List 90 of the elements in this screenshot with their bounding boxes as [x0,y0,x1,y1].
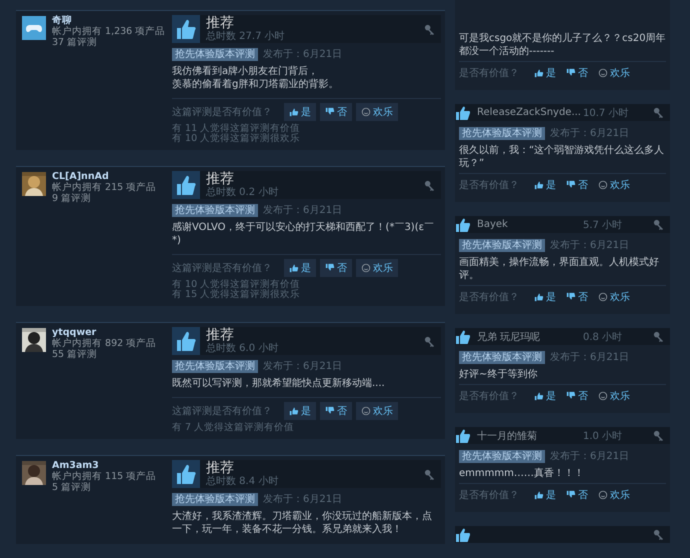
early-access-tag: 抢先体验版本评测 [459,450,545,462]
review-text: 可是我csgo就不是你的儿子了么？？cs20周年都没一个活动的------- [459,32,666,58]
review-text: 感谢VOLVO，终于可以安心的打天梯和西配了！(*￣3)(ε￣*) [172,221,436,247]
vote-count: 有 11 人觉得这篇评测有价值 [172,124,302,134]
owned-count: 帐户内拥有 115 项产品 [52,471,156,482]
playtime: 总时数 27.7 小时 [206,31,286,43]
vote-count: 有 10 人觉得这篇评测有价值 [172,280,302,290]
vote-button[interactable]: 欢乐 [356,103,398,121]
vote-button[interactable]: 否 [563,486,591,504]
owned-count: 帐户内拥有 1,236 项产品 [52,26,166,37]
verdict-title: 推荐 [206,171,235,187]
vote-button[interactable]: 欢乐 [595,176,633,194]
review-text: emmmmm……真香！！！ [459,467,585,480]
review-count: 9 篇评测 [52,193,92,204]
owned-count: 帐户内拥有 892 项产品 [52,338,156,349]
reviewer-name[interactable]: Bayek [477,219,577,230]
early-access-tag: 抢先体验版本评测 [459,350,545,364]
playtime: 总时数 0.2 小时 [206,187,280,199]
vote-button[interactable]: 否 [320,402,352,420]
early-access-tag: 抢先体验版本评测 [172,360,258,372]
vote-button[interactable]: 否 [320,259,352,277]
early-access-tag: 抢先体验版本评测 [459,126,545,140]
vote-button[interactable]: 是 [531,486,559,504]
verdict-title: 推荐 [206,460,235,476]
vote-button[interactable]: 欢乐 [356,259,398,277]
posted-date: 发布于：6月21日 [550,351,630,364]
vote-button[interactable]: 是 [531,64,559,82]
vote-count: 有 7 人觉得这篇评测有价值 [172,423,296,433]
author-name[interactable]: ytqqwer [52,327,156,338]
vote-button[interactable]: 是 [531,288,559,306]
vote-button[interactable]: 是 [284,259,316,277]
vote-button[interactable]: 否 [320,103,352,121]
review-text: 既然可以写评测，那就希望能快点更新移动端.... [172,377,385,390]
vote-button[interactable]: 是 [531,387,559,405]
helpful-question: 是否有价值？ [459,489,519,502]
review-count: 55 篇评测 [52,349,98,360]
review-text: 好评~终于等到你 [459,368,538,381]
review-count: 37 篇评测 [52,37,98,48]
author-name[interactable]: 奇聊 [52,15,166,26]
vote-button[interactable]: 是 [284,402,316,420]
helpful-question: 是否有价值？ [459,179,519,192]
posted-date: 发布于：6月21日 [263,493,342,506]
vote-button[interactable]: 欢乐 [595,288,633,306]
review-text: 很久以前，我：“这个弱智游戏凭什么这么多人玩？” [459,144,666,170]
posted-date: 发布于：6月21日 [550,239,630,252]
playtime: 总时数 6.0 小时 [206,343,280,355]
playtime: 5.7 小时 [583,218,624,232]
helpful-question: 这篇评测是否有价值？ [172,404,272,418]
helpful-question: 这篇评测是否有价值？ [172,262,272,275]
verdict-title: 推荐 [206,327,235,343]
author-name[interactable]: Am3am3 [52,460,156,471]
helpful-question: 是否有价值？ [459,390,519,403]
reviewer-name[interactable]: 兄弟 玩尼玛呢 [477,330,577,344]
early-access-tag: 抢先体验版本评测 [172,204,258,216]
review-text: 我仿佛看到a牌小朋友在门背后， [172,65,318,78]
playtime: 10.7 小时 [583,106,630,120]
helpful-question: 是否有价值？ [459,291,519,304]
vote-count: 有 15 人觉得这篇评测很欢乐 [172,290,302,300]
author-name[interactable]: CL[A]nnAd [52,171,156,182]
review-count: 5 篇评测 [52,482,92,493]
owned-count: 帐户内拥有 215 项产品 [52,182,156,193]
vote-button[interactable]: 欢乐 [356,402,398,420]
reviewer-name[interactable]: 十一月的雏菊 [477,428,577,442]
review-text: 画面精美，操作流畅，界面直观。人机模式好评。 [459,256,660,282]
vote-button[interactable]: 否 [563,64,591,82]
playtime: 0.8 小时 [583,330,624,344]
posted-date: 发布于：6月21日 [263,360,342,373]
vote-button[interactable]: 否 [563,387,591,405]
review-text: 大渣好，我系渣渣辉。刀塔霸业，你没玩过的船新版本，点一下，玩一年，装备不花一分钱。系兄弟就来入我！ [172,510,433,536]
posted-date: 发布于：6月21日 [550,127,630,140]
vote-count: 有 10 人觉得这篇评测很欢乐 [172,134,302,144]
posted-date: 发布于：6月21日 [550,450,630,463]
posted-date: 发布于：6月21日 [263,48,342,61]
early-access-tag: 抢先体验版本评测 [459,238,545,252]
vote-button[interactable]: 欢乐 [595,64,633,82]
playtime: 1.0 小时 [583,430,624,442]
vote-button[interactable]: 是 [284,103,316,121]
helpful-question: 是否有价值？ [459,67,519,80]
vote-button[interactable]: 欢乐 [595,387,633,405]
early-access-tag: 抢先体验版本评测 [172,48,258,60]
helpful-question: 这篇评测是否有价值？ [172,106,272,119]
playtime: 总时数 8.4 小时 [206,476,280,488]
posted-date: 发布于：6月21日 [263,204,342,217]
verdict-title: 推荐 [206,15,235,31]
vote-button[interactable]: 否 [563,288,591,306]
vote-button[interactable]: 欢乐 [595,486,633,504]
vote-button[interactable]: 否 [563,176,591,194]
early-access-tag: 抢先体验版本评测 [172,492,258,506]
review-text: 羡慕的偷看着g胖和刀塔霸业的背影。 [172,78,338,91]
vote-button[interactable]: 是 [531,176,559,194]
